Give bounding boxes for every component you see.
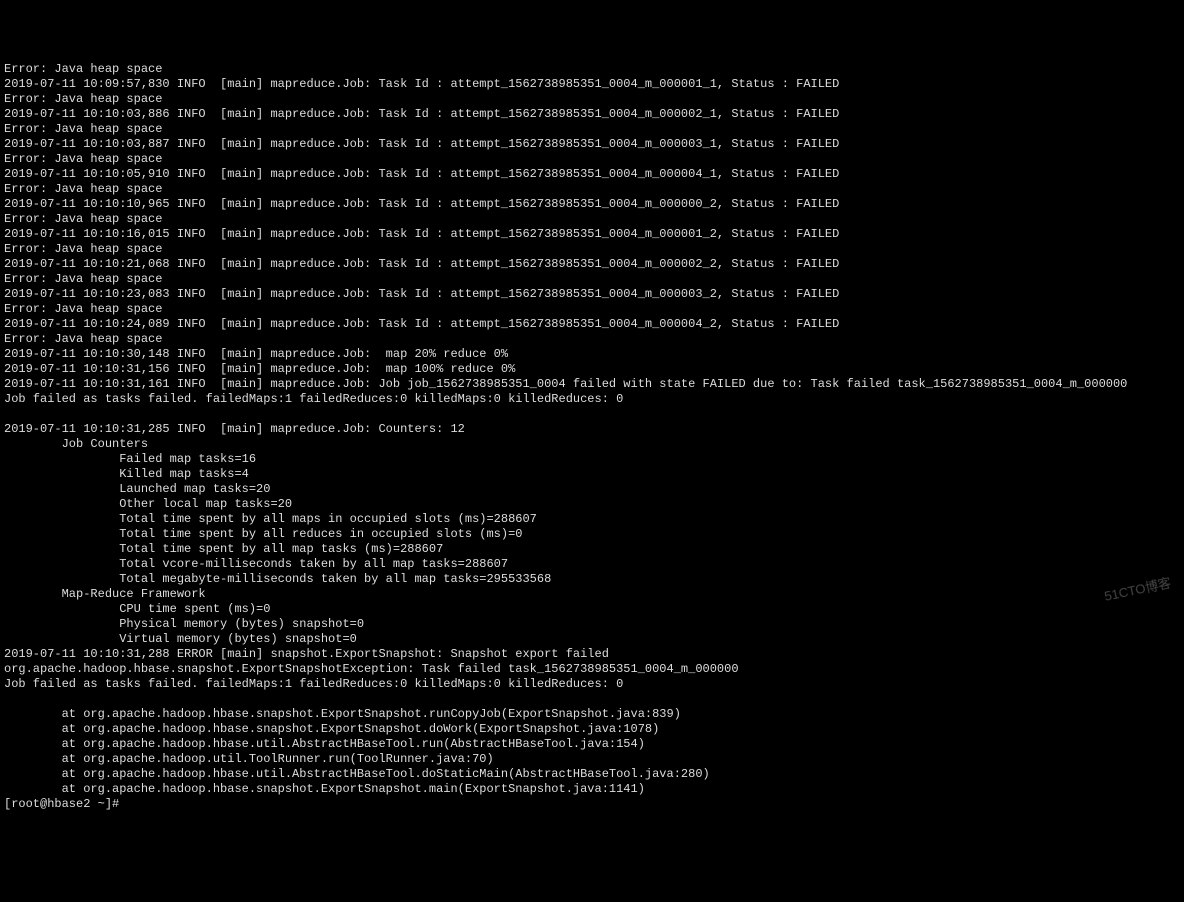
- log-line: at org.apache.hadoop.hbase.util.Abstract…: [4, 767, 1180, 782]
- log-line: 2019-07-11 10:10:23,083 INFO [main] mapr…: [4, 287, 1180, 302]
- log-line: Launched map tasks=20: [4, 482, 1180, 497]
- log-line: Physical memory (bytes) snapshot=0: [4, 617, 1180, 632]
- log-line: Job failed as tasks failed. failedMaps:1…: [4, 677, 1180, 692]
- log-line: 2019-07-11 10:10:24,089 INFO [main] mapr…: [4, 317, 1180, 332]
- log-line: Map-Reduce Framework: [4, 587, 1180, 602]
- log-line: [root@hbase2 ~]#: [4, 797, 1180, 812]
- log-line: 2019-07-11 10:10:05,910 INFO [main] mapr…: [4, 167, 1180, 182]
- log-line: Killed map tasks=4: [4, 467, 1180, 482]
- log-line: Total vcore-milliseconds taken by all ma…: [4, 557, 1180, 572]
- log-line: Total time spent by all maps in occupied…: [4, 512, 1180, 527]
- log-line: at org.apache.hadoop.hbase.snapshot.Expo…: [4, 722, 1180, 737]
- log-line: 2019-07-11 10:10:10,965 INFO [main] mapr…: [4, 197, 1180, 212]
- log-line: 2019-07-11 10:10:03,887 INFO [main] mapr…: [4, 137, 1180, 152]
- log-line: 2019-07-11 10:09:57,830 INFO [main] mapr…: [4, 77, 1180, 92]
- log-line: Total time spent by all map tasks (ms)=2…: [4, 542, 1180, 557]
- log-line: Total megabyte-milliseconds taken by all…: [4, 572, 1180, 587]
- log-line: Job failed as tasks failed. failedMaps:1…: [4, 392, 1180, 407]
- log-line: 2019-07-11 10:10:30,148 INFO [main] mapr…: [4, 347, 1180, 362]
- log-line: 2019-07-11 10:10:31,288 ERROR [main] sna…: [4, 647, 1180, 662]
- log-line: Error: Java heap space: [4, 272, 1180, 287]
- log-line: 2019-07-11 10:10:16,015 INFO [main] mapr…: [4, 227, 1180, 242]
- log-line: at org.apache.hadoop.util.ToolRunner.run…: [4, 752, 1180, 767]
- log-line: Error: Java heap space: [4, 302, 1180, 317]
- log-line: Error: Java heap space: [4, 62, 1180, 77]
- log-line: Other local map tasks=20: [4, 497, 1180, 512]
- log-line: 2019-07-11 10:10:21,068 INFO [main] mapr…: [4, 257, 1180, 272]
- log-line: Error: Java heap space: [4, 182, 1180, 197]
- log-line: at org.apache.hadoop.hbase.snapshot.Expo…: [4, 782, 1180, 797]
- log-line: Error: Java heap space: [4, 242, 1180, 257]
- log-line: [4, 407, 1180, 422]
- log-line: 2019-07-11 10:10:31,161 INFO [main] mapr…: [4, 377, 1180, 392]
- log-line: Failed map tasks=16: [4, 452, 1180, 467]
- log-line: Job Counters: [4, 437, 1180, 452]
- log-line: at org.apache.hadoop.hbase.snapshot.Expo…: [4, 707, 1180, 722]
- log-line: Error: Java heap space: [4, 92, 1180, 107]
- log-line: [4, 692, 1180, 707]
- log-line: Error: Java heap space: [4, 122, 1180, 137]
- log-line: org.apache.hadoop.hbase.snapshot.ExportS…: [4, 662, 1180, 677]
- log-line: 2019-07-11 10:10:31,285 INFO [main] mapr…: [4, 422, 1180, 437]
- log-line: 2019-07-11 10:10:31,156 INFO [main] mapr…: [4, 362, 1180, 377]
- log-line: Error: Java heap space: [4, 212, 1180, 227]
- terminal-output[interactable]: Error: Java heap space2019-07-11 10:09:5…: [4, 62, 1180, 812]
- log-line: Error: Java heap space: [4, 332, 1180, 347]
- log-line: Total time spent by all reduces in occup…: [4, 527, 1180, 542]
- log-line: at org.apache.hadoop.hbase.util.Abstract…: [4, 737, 1180, 752]
- log-line: 2019-07-11 10:10:03,886 INFO [main] mapr…: [4, 107, 1180, 122]
- log-line: Error: Java heap space: [4, 152, 1180, 167]
- log-line: Virtual memory (bytes) snapshot=0: [4, 632, 1180, 647]
